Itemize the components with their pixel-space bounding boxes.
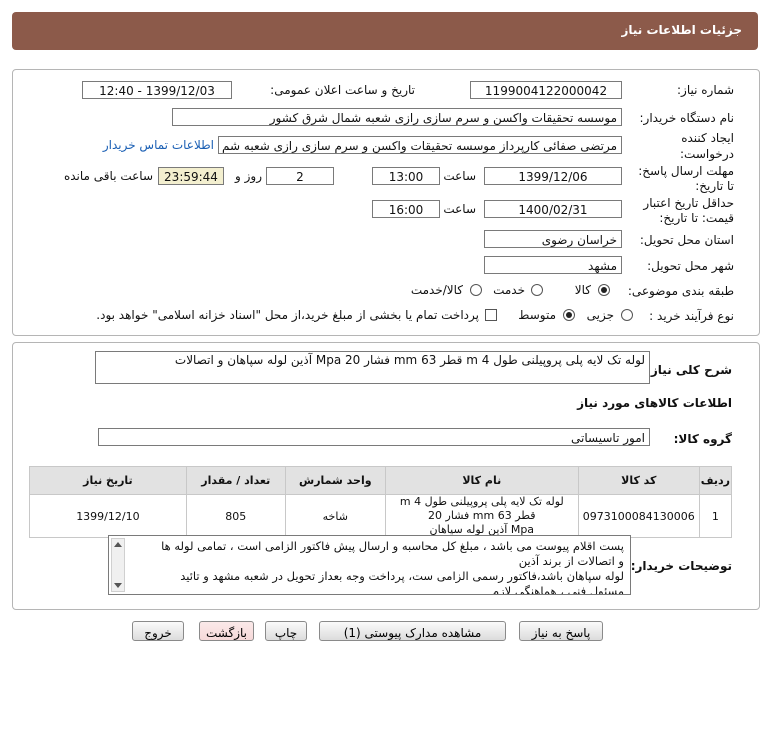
row-name-line1: لوله تک لایه پلی پروپیلنی طول 4 m قطر 63… (399, 495, 564, 522)
row-name: لوله تک لایه پلی پروپیلنی طول 4 m قطر 63… (384, 494, 579, 538)
row-qty: 805 (185, 494, 286, 538)
row-code: 0973100084130006 (577, 494, 700, 538)
category-radio-service[interactable] (531, 284, 543, 296)
need-number-label: شماره نیاز: (677, 83, 734, 97)
category-radio-goods[interactable] (598, 284, 610, 296)
process-option-medium: متوسط (518, 308, 556, 322)
deadline-date-field: 1399/12/06 (484, 167, 622, 185)
goods-group-label: گروه کالا: (673, 432, 732, 446)
details-panel: شماره نیاز: 1199004122000042 تاریخ و ساع… (12, 69, 760, 336)
validity-date-field: 1400/02/31 (484, 200, 622, 218)
buyer-field: موسسه تحقیقات واکسن و سرم سازی رازی شعبه… (172, 108, 622, 126)
province-label: استان محل تحویل: (639, 233, 734, 247)
row-index: 1 (698, 494, 733, 538)
page-header: جزئیات اطلاعات نیاز (12, 12, 758, 50)
remaining-time-field: 23:59:44 (158, 167, 224, 185)
treasury-payment-checkbox[interactable] (485, 309, 497, 321)
notes-scrollbar[interactable] (111, 538, 125, 592)
exit-button[interactable]: خروج (132, 621, 184, 641)
goods-table: ردیف کد کالا نام کالا واحد شمارش تعداد /… (29, 466, 733, 538)
buyer-notes-box[interactable]: پست اقلام پیوست می باشد ، مبلغ کل محاسبه… (108, 535, 631, 595)
validity-label-2: قیمت: تا تاریخ: (659, 211, 734, 225)
deadline-label-2: تا تاریخ: (695, 179, 734, 193)
need-number-field: 1199004122000042 (470, 81, 622, 99)
creator-label: ایجاد کننده (681, 131, 734, 145)
category-option-both: کالا/خدمت (410, 283, 463, 297)
validity-label: حداقل تاریخ اعتبار (643, 196, 734, 210)
deadline-time-label: ساعت (443, 169, 476, 183)
col-code: کد کالا (577, 466, 700, 495)
treasury-payment-note: پرداخت تمام یا بخشی از مبلغ خرید،از محل … (96, 308, 479, 322)
col-unit: واحد شمارش (284, 466, 386, 495)
description-label: شرح کلی نیاز: (646, 363, 732, 377)
description-field: لوله تک لایه پلی پروپیلنی طول 4 m قطر 63… (95, 351, 650, 384)
days-label: روز و (235, 169, 262, 183)
process-radio-medium[interactable] (563, 309, 575, 321)
col-name: نام کالا (384, 466, 579, 495)
goods-section-title: اطلاعات کالاهای مورد نیاز (577, 396, 732, 410)
remaining-label: ساعت باقی مانده (63, 169, 153, 183)
validity-time-field: 16:00 (372, 200, 440, 218)
buyer-notes-line2: و اتصالات از برند آذین (518, 554, 624, 568)
category-option-goods: کالا (574, 283, 591, 297)
table-row[interactable]: 1 0973100084130006 لوله تک لایه پلی پروپ… (29, 494, 733, 538)
province-field: خراسان رضوی (484, 230, 622, 248)
buyer-contact-link[interactable]: اطلاعات تماس خریدار (103, 138, 214, 152)
deadline-label: مهلت ارسال پاسخ: (638, 164, 734, 178)
reply-button[interactable]: پاسخ به نیاز (519, 621, 603, 641)
scroll-down-icon[interactable] (114, 583, 122, 588)
goods-table-header: ردیف کد کالا نام کالا واحد شمارش تعداد /… (29, 466, 733, 495)
deadline-time-field: 13:00 (372, 167, 440, 185)
buyer-notes-line1: پست اقلام پیوست می باشد ، مبلغ کل محاسبه… (161, 539, 624, 553)
attachments-button[interactable]: مشاهده مدارک پیوستی (1) (319, 621, 506, 641)
announce-label: تاریخ و ساعت اعلان عمومی: (270, 83, 415, 97)
row-date: 1399/12/10 (29, 494, 187, 538)
process-radio-minor[interactable] (621, 309, 633, 321)
days-field: 2 (266, 167, 334, 185)
process-option-minor: جزیی (586, 308, 614, 322)
creator-field: مرتضی صفائی کارپرداز موسسه تحقیقات واکسن… (218, 136, 622, 154)
city-label: شهر محل تحویل: (647, 259, 734, 273)
validity-time-label: ساعت (443, 202, 476, 216)
buyer-label: نام دستگاه خریدار: (639, 111, 735, 125)
goods-group-field: امور تاسیساتی (98, 428, 650, 446)
category-label: طبقه بندی موضوعی: (627, 284, 734, 298)
category-radio-both[interactable] (470, 284, 482, 296)
announce-field: 1399/12/03 - 12:40 (82, 81, 232, 99)
buyer-notes-line4: مسئول فنی ، هماهنگی لازم (492, 584, 624, 595)
category-option-service: خدمت (493, 283, 525, 297)
process-label: نوع فرآیند خرید : (649, 309, 734, 323)
col-date: تاریخ نیاز (29, 466, 187, 495)
buyer-notes-label: توضیحات خریدار: (630, 559, 732, 573)
creator-label-2: درخواست: (680, 147, 734, 161)
print-button[interactable]: چاپ (265, 621, 307, 641)
buyer-notes-line3: لوله سپاهان باشد،فاکتور رسمی الزامی ست، … (180, 569, 624, 583)
scroll-up-icon[interactable] (114, 542, 122, 547)
city-field: مشهد (484, 256, 622, 274)
page-title: جزئیات اطلاعات نیاز (621, 23, 742, 37)
col-qty: تعداد / مقدار (185, 466, 286, 495)
row-unit: شاخه (284, 494, 386, 538)
back-button[interactable]: بازگشت (199, 621, 254, 641)
col-index: ردیف (698, 466, 733, 495)
